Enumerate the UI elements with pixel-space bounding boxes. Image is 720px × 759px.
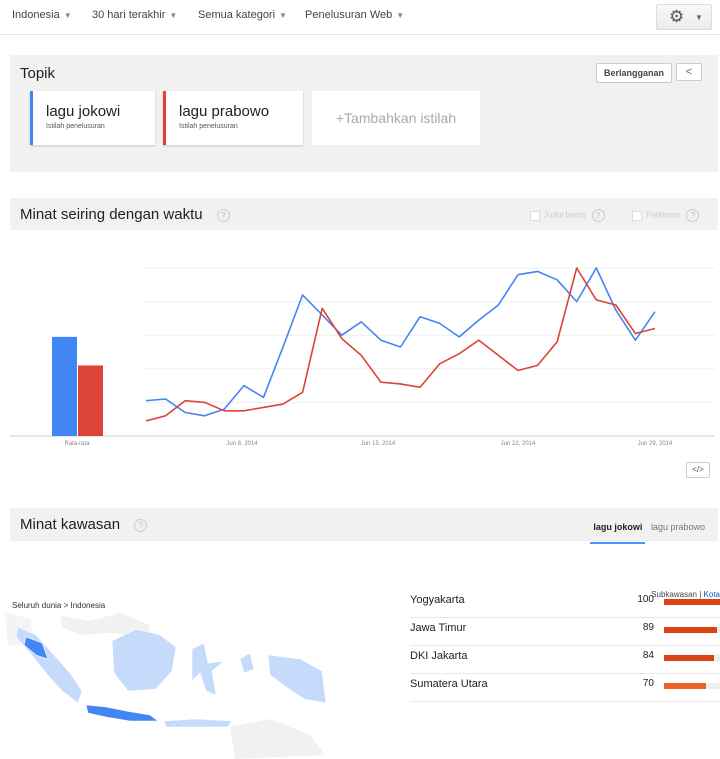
caret-down-icon: ▼ xyxy=(695,13,703,22)
help-icon[interactable]: ? xyxy=(216,208,230,222)
interest-title: Minat seiring dengan waktu ? xyxy=(20,206,230,223)
term-name: lagu jokowi xyxy=(46,103,121,120)
x-tick-label: Jun 8, 2014 xyxy=(226,441,258,447)
tab-lagu-prabowo[interactable]: lagu prabowo xyxy=(648,516,708,542)
term-color-bar xyxy=(30,91,33,145)
term-card-prabowo[interactable]: lagu prabowo Istilah penelusuran xyxy=(163,91,303,145)
region-bar xyxy=(664,599,720,605)
share-button[interactable]: < xyxy=(676,63,702,81)
checkbox-icon xyxy=(530,210,540,221)
map-region-kalimantan[interactable] xyxy=(111,628,177,692)
filter-category[interactable]: Semua kategori ▼ xyxy=(198,9,287,21)
region-row[interactable]: Yogyakarta 100 xyxy=(410,591,720,618)
settings-button[interactable]: ⚙ ▼ xyxy=(656,4,712,30)
map-region-java[interactable] xyxy=(85,704,159,722)
map-region-maluku[interactable] xyxy=(239,652,255,674)
filter-bar: Indonesia ▼ 30 hari terakhir ▼ Semua kateg… xyxy=(0,0,720,35)
help-icon: ? xyxy=(591,209,605,222)
tab-lagu-jokowi[interactable]: lagu jokowi xyxy=(590,516,646,544)
topics-title: Topik xyxy=(20,65,56,82)
help-icon[interactable]: ? xyxy=(134,518,148,532)
gear-icon: ⚙ xyxy=(669,7,685,26)
filter-time[interactable]: 30 hari terakhir ▼ xyxy=(92,9,177,21)
news-headlines-checkbox[interactable]: Judul berita ? xyxy=(530,209,605,222)
map-region-sulawesi[interactable] xyxy=(191,642,225,696)
map-land-shape xyxy=(230,719,325,759)
embed-button[interactable]: </> xyxy=(686,462,710,478)
region-header: Minat kawasan ? lagu jokowi lagu prabowo xyxy=(10,508,718,544)
average-label: Rata-rata xyxy=(64,441,90,447)
series-line[interactable] xyxy=(145,267,656,422)
caret-down-icon: ▼ xyxy=(169,11,178,20)
average-bar[interactable] xyxy=(78,365,103,436)
region-bar xyxy=(664,683,706,689)
term-name: lagu prabowo xyxy=(179,103,270,120)
average-bar[interactable] xyxy=(52,336,77,436)
x-tick-label: Jun 22, 2014 xyxy=(501,441,536,447)
filter-search-type[interactable]: Penelusuran Web ▼ xyxy=(305,9,404,21)
term-sub: Istilah penelusuran xyxy=(179,123,238,130)
term-color-bar xyxy=(163,91,166,145)
x-tick-label: Jun 15, 2014 xyxy=(361,441,396,447)
average-bars xyxy=(52,336,103,436)
help-icon: ? xyxy=(686,209,700,222)
x-axis-ticks: Jun 8, 2014 Jun 15, 2014 Jun 22, 2014 Jun 2… xyxy=(226,441,673,447)
series-line[interactable] xyxy=(145,267,656,417)
caret-down-icon: ▼ xyxy=(63,11,72,20)
region-title: Minat kawasan ? xyxy=(20,516,148,533)
chart-grid xyxy=(10,267,715,437)
checkbox-icon xyxy=(632,210,642,221)
topics-section: Topik Berlangganan < lagu jokowi Istilah… xyxy=(10,55,718,172)
share-icon: < xyxy=(685,66,693,78)
caret-down-icon: ▼ xyxy=(396,11,405,20)
series-lines xyxy=(145,267,656,422)
region-map[interactable] xyxy=(0,607,330,759)
caret-down-icon: ▼ xyxy=(279,11,287,20)
filter-country[interactable]: Indonesia ▼ xyxy=(12,9,72,21)
forecast-checkbox[interactable]: Perkiraan ? xyxy=(632,209,700,222)
term-card-jokowi[interactable]: lagu jokowi Istilah penelusuran xyxy=(30,91,155,145)
region-row[interactable]: DKI Jakarta 84 xyxy=(410,647,720,674)
region-bar xyxy=(664,655,715,661)
x-tick-label: Jun 29, 2014 xyxy=(638,441,673,447)
region-row[interactable]: Jawa Timur 89 xyxy=(410,619,720,646)
subscribe-button[interactable]: Berlangganan xyxy=(595,63,672,83)
region-tabs: lagu jokowi lagu prabowo xyxy=(590,516,708,544)
region-row[interactable]: Sumatera Utara 70 xyxy=(410,675,720,702)
map-region-papua[interactable] xyxy=(267,654,327,704)
map-region-nusa-tenggara[interactable] xyxy=(163,718,233,728)
region-bar xyxy=(664,627,718,633)
interest-over-time-chart: Rata-rata Jun 8, 2014 Jun 15, 2014 Jun 22,… xyxy=(10,267,715,447)
term-sub: Istilah penelusuran xyxy=(46,123,105,130)
interest-header: Minat seiring dengan waktu ? Judul berit… xyxy=(10,198,718,230)
add-term-button[interactable]: +Tambahkan istilah xyxy=(312,91,480,145)
